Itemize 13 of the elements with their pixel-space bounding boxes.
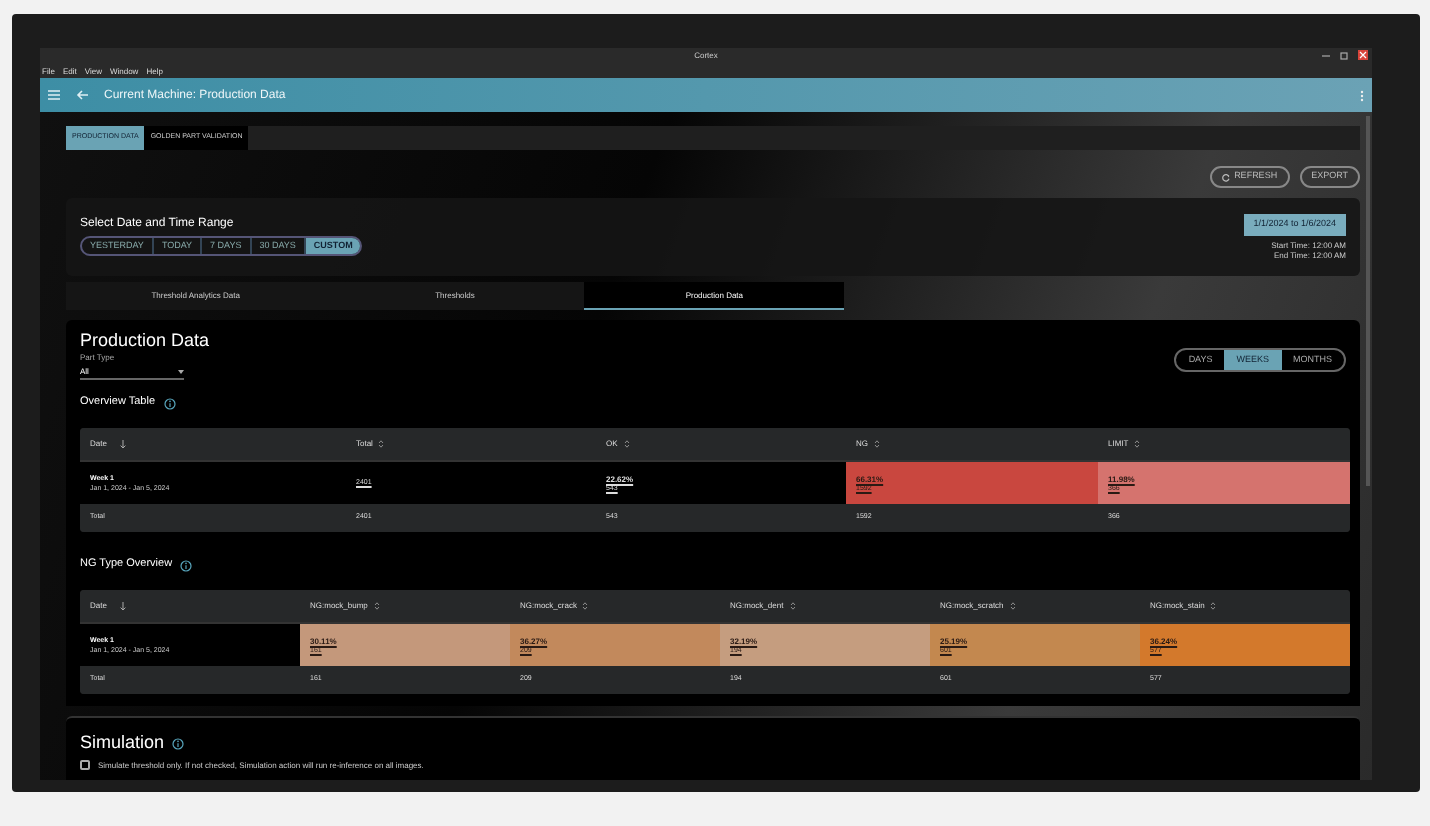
menu-icon <box>48 90 60 100</box>
minimize-icon <box>1322 51 1330 59</box>
checkbox[interactable] <box>80 760 90 770</box>
section-title: Simulation <box>80 734 165 752</box>
section-title: Production Data <box>80 332 210 350</box>
info-icon <box>163 398 175 410</box>
dropdown-arrow-icon <box>178 370 184 374</box>
back-arrow-icon <box>76 90 88 100</box>
maximize-icon <box>1340 51 1348 59</box>
info-icon <box>180 560 193 572</box>
refresh-icon <box>1222 173 1231 181</box>
info-icon <box>172 737 185 749</box>
close-icon <box>1358 50 1368 60</box>
